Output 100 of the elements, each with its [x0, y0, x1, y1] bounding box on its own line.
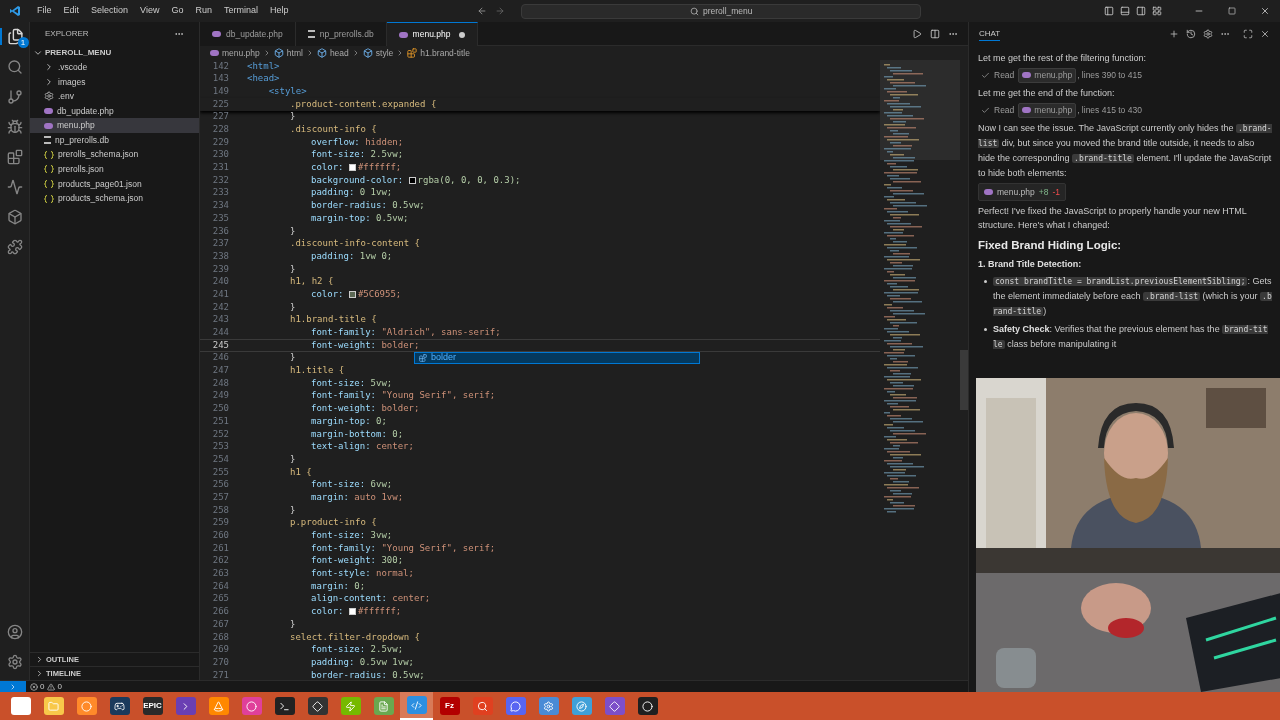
sidebar-toggle-icon[interactable] — [1104, 6, 1114, 16]
edited-file-chip[interactable]: menu.php +8 -1 — [978, 182, 1067, 202]
json-file-icon — [44, 150, 54, 159]
panel-title[interactable]: CHAT — [979, 27, 1001, 41]
account-icon[interactable] — [6, 624, 23, 640]
file-tree-item[interactable]: products_schema.json — [30, 191, 199, 206]
menu-item[interactable]: File — [31, 4, 58, 18]
chart-icon[interactable] — [6, 179, 23, 195]
code-text: padding: 1vw 0; — [310, 249, 393, 263]
chevron-icon[interactable] — [33, 48, 43, 58]
color-swatch[interactable] — [348, 608, 356, 616]
files-icon[interactable] — [7, 28, 24, 45]
color-swatch[interactable] — [408, 177, 416, 185]
code-editor-icon[interactable] — [400, 692, 433, 720]
editor-tab[interactable]: menu.php — [386, 22, 479, 46]
editor-tab[interactable]: db_update.php — [200, 22, 296, 46]
line-number: 228 — [211, 123, 229, 137]
command-center[interactable]: preroll_menu — [521, 3, 922, 19]
error-count[interactable]: 0 — [40, 680, 45, 693]
suggestion-item[interactable]: bolder — [414, 352, 700, 365]
line-number: 231 — [211, 161, 229, 175]
line-number: 234 — [211, 199, 229, 213]
back-icon[interactable] — [477, 6, 488, 16]
file-tree-item[interactable]: products_page01.json — [30, 176, 199, 192]
breadcrumb[interactable]: style — [362, 46, 394, 60]
remote-button[interactable] — [0, 680, 26, 693]
box-icon[interactable] — [6, 209, 23, 225]
code-text: font-size: 2.5vw; — [310, 148, 404, 162]
file-chip[interactable]: menu.php — [1018, 68, 1077, 83]
php-file-icon — [1022, 72, 1032, 79]
layout-icon[interactable] — [1152, 6, 1162, 16]
breadcrumb[interactable]: menu.php — [210, 46, 260, 60]
line-number: 227 — [211, 110, 229, 124]
line-number: 235 — [211, 211, 229, 225]
notification-badge: 1 — [17, 37, 29, 48]
line-number: 237 — [211, 237, 229, 251]
split-editor-icon[interactable] — [930, 28, 940, 39]
code-text: } — [289, 110, 296, 124]
menu-item[interactable]: Selection — [85, 4, 135, 18]
puzzle-icon[interactable] — [6, 239, 23, 255]
file-tree-item[interactable]: np_prerolls.db — [30, 132, 199, 148]
history-icon[interactable] — [1186, 29, 1196, 39]
menu-item[interactable]: Help — [263, 4, 295, 18]
code-text: h1, h2 { — [289, 275, 334, 289]
close-icon[interactable] — [1260, 29, 1270, 39]
debug-icon[interactable] — [6, 119, 23, 135]
breadcrumb[interactable]: html — [273, 46, 303, 60]
maximize-icon[interactable] — [1243, 29, 1253, 39]
settings-icon[interactable] — [6, 654, 23, 670]
line-range: , lines 390 to 415 — [1077, 69, 1142, 82]
file-tree-item[interactable]: menu.php — [30, 118, 199, 133]
error-icon — [30, 682, 38, 691]
code-text: text-align: center; — [310, 440, 414, 454]
element-icon — [273, 48, 284, 58]
chat-message: Now I can see the issue. The JavaScript currently only hides the .brand-list div, but since you moved the brand title outside, it needs to also hide the corresponding .brand-title element. I'll update the JavaScript to hide both elements: — [978, 121, 1272, 180]
extensions-icon[interactable] — [6, 149, 23, 165]
code-text: font-size: 3vw; — [310, 529, 393, 543]
branch-icon[interactable] — [6, 89, 23, 105]
check-icon — [981, 70, 990, 80]
folder-name[interactable]: PREROLL_MENU — [45, 47, 112, 59]
menu-item[interactable]: View — [134, 4, 166, 18]
json-file-icon — [44, 194, 54, 203]
menu-item[interactable]: Go — [165, 4, 190, 18]
panel-toggle-icon[interactable] — [1120, 6, 1130, 16]
menu-item[interactable]: Edit — [57, 4, 86, 18]
file-tree-item[interactable]: .env — [30, 89, 199, 104]
code-text: font-weight: bolder; — [310, 338, 420, 352]
menu-item[interactable]: Terminal — [217, 4, 264, 18]
settings-icon[interactable] — [1203, 29, 1213, 39]
menu-item[interactable]: Run — [189, 4, 218, 18]
secondary-sidebar-icon[interactable] — [1136, 6, 1146, 16]
bullet-icon — [984, 280, 987, 283]
line-number: 236 — [211, 224, 229, 238]
breadcrumb[interactable]: h1.brand-title — [407, 46, 470, 60]
chevron-icon — [44, 76, 54, 87]
line-number: 271 — [211, 668, 229, 680]
editor-tab[interactable]: np_prerolls.db — [295, 22, 387, 46]
code-text: color: #5C6955; — [310, 287, 402, 301]
file-tree-item[interactable]: .vscode — [30, 60, 199, 75]
warning-count[interactable]: 0 — [57, 680, 62, 693]
file-tree-item[interactable]: prerolls.json — [30, 162, 199, 177]
code-text: <html> — [247, 60, 280, 73]
line-number: 257 — [211, 490, 229, 504]
maximize-icon[interactable] — [1228, 7, 1236, 15]
code-text: margin: auto 1vw; — [310, 490, 404, 504]
file-tree-item[interactable]: prerolls_schema.json — [30, 147, 199, 163]
line-number: 263 — [211, 567, 229, 581]
close-icon[interactable] — [1260, 6, 1270, 16]
breadcrumb[interactable]: head — [316, 46, 349, 60]
line-number: 262 — [211, 554, 229, 568]
color-swatch[interactable] — [348, 291, 356, 299]
file-chip[interactable]: menu.php — [1018, 102, 1077, 118]
file-tree-item[interactable]: images — [30, 74, 199, 90]
code-text: font-family: "Young Serif", serif; — [310, 389, 496, 403]
plus-icon[interactable] — [1169, 29, 1179, 39]
run-icon[interactable] — [912, 28, 922, 39]
file-tree-item[interactable]: db_update.php — [30, 103, 199, 119]
search-icon[interactable] — [6, 59, 23, 75]
line-number: 149 — [211, 84, 229, 98]
color-swatch[interactable] — [348, 164, 356, 172]
